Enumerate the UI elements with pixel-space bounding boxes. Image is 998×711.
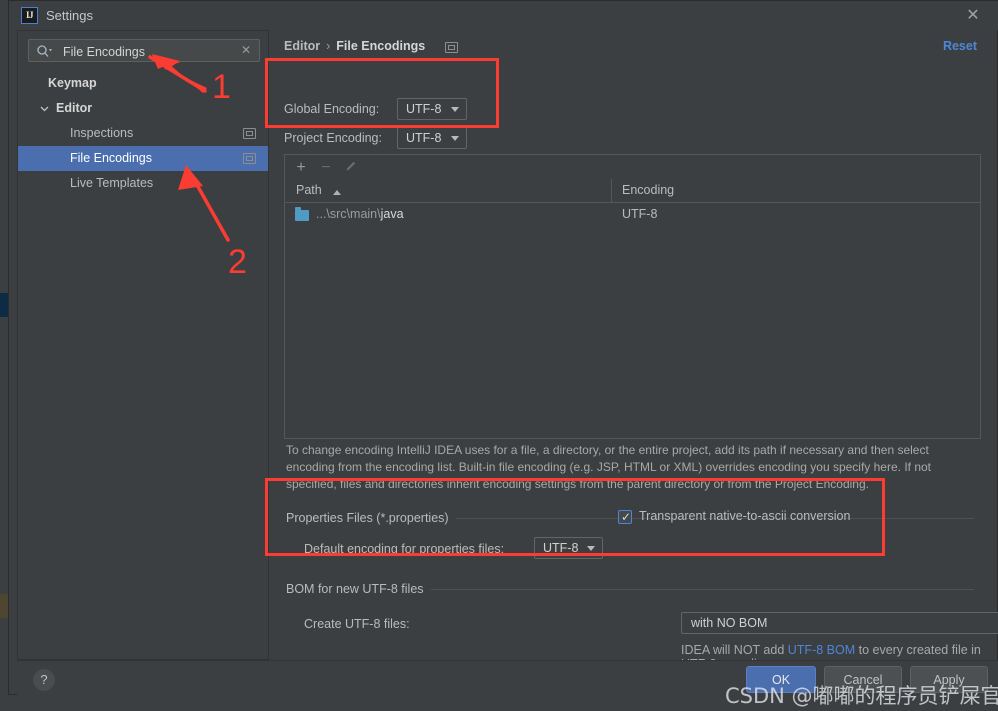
default-properties-encoding-label: Default encoding for properties files: xyxy=(304,542,505,556)
table-header: Path Encoding xyxy=(284,179,981,203)
close-icon[interactable]: ✕ xyxy=(963,6,983,26)
bom-note-prefix: IDEA will NOT add xyxy=(681,643,788,657)
transparent-native-to-ascii-label[interactable]: Transparent native-to-ascii conversion xyxy=(639,509,850,523)
breadcrumb-separator: › xyxy=(326,39,331,53)
clear-search-icon[interactable]: ✕ xyxy=(239,43,253,57)
path-highlight: java xyxy=(380,207,404,221)
table-cell-path: ...\src\main\java xyxy=(316,207,404,221)
properties-group-title: Properties Files (*.properties) xyxy=(286,511,456,525)
chevron-down-icon xyxy=(451,136,459,141)
breadcrumb: Editor › File Encodings xyxy=(284,39,425,53)
dialog-footer: ? OK Cancel Apply xyxy=(17,660,998,695)
breadcrumb-current: File Encodings xyxy=(336,39,426,53)
chevron-down-icon xyxy=(587,546,595,551)
settings-badge-icon xyxy=(243,153,256,164)
transparent-native-to-ascii-checkbox[interactable]: ✓ xyxy=(618,510,632,524)
help-description-text: To change encoding IntelliJ IDEA uses fo… xyxy=(286,443,931,491)
settings-badge-icon xyxy=(445,42,458,53)
column-header-path[interactable]: Path xyxy=(296,183,322,197)
project-encoding-label: Project Encoding: xyxy=(284,131,382,145)
edge-marker-blue xyxy=(0,293,8,317)
sidebar-item-label: Inspections xyxy=(70,126,134,140)
global-encoding-label: Global Encoding: xyxy=(284,102,380,116)
settings-badge-icon xyxy=(243,128,256,139)
table-toolbar: + − xyxy=(284,154,981,179)
global-encoding-value: UTF-8 xyxy=(406,102,442,116)
properties-encoding-value: UTF-8 xyxy=(543,541,579,555)
sort-ascending-icon xyxy=(333,190,341,195)
search-box[interactable]: ✕ xyxy=(28,39,260,62)
bom-group-title: BOM for new UTF-8 files xyxy=(286,582,431,596)
settings-main-panel: Editor › File Encodings Reset Global Encod… xyxy=(269,30,998,671)
chevron-down-icon xyxy=(451,107,459,112)
sidebar-item-label: Live Templates xyxy=(70,176,154,190)
sidebar-item-inspections[interactable]: Inspections xyxy=(18,121,268,146)
global-encoding-combo[interactable]: UTF-8 xyxy=(397,98,467,120)
create-utf8-files-value: with NO BOM xyxy=(691,616,768,630)
project-encoding-value: UTF-8 xyxy=(406,131,442,145)
sidebar-item-editor[interactable]: Editor xyxy=(18,96,268,121)
sidebar-item-label: Keymap xyxy=(48,76,97,90)
chevron-down-icon[interactable] xyxy=(40,96,52,123)
breadcrumb-parent[interactable]: Editor xyxy=(284,39,320,53)
edit-pencil-icon xyxy=(342,159,360,176)
search-input[interactable] xyxy=(61,42,235,62)
sidebar-item-label: Editor xyxy=(56,101,93,115)
bom-note-link: UTF-8 BOM xyxy=(787,643,856,657)
checkmark-icon: ✓ xyxy=(621,510,632,524)
path-prefix: ...\src\main\ xyxy=(316,207,381,221)
cancel-button[interactable]: Cancel xyxy=(824,666,902,693)
edge-marker-brown xyxy=(0,594,8,618)
sidebar-item-keymap[interactable]: Keymap xyxy=(18,71,268,96)
settings-sidebar: ✕ Keymap Editor Inspections File Encodin… xyxy=(17,30,269,660)
table-body: ...\src\main\java UTF-8 xyxy=(284,203,981,439)
search-icon xyxy=(36,44,52,58)
folder-icon xyxy=(295,207,309,221)
create-utf8-files-label: Create UTF-8 files: xyxy=(304,617,410,631)
sidebar-item-live-templates[interactable]: Live Templates xyxy=(18,171,268,196)
help-icon[interactable]: ? xyxy=(33,669,55,691)
sidebar-item-label: File Encodings xyxy=(70,151,152,165)
group-divider-line xyxy=(429,589,974,590)
column-header-encoding[interactable]: Encoding xyxy=(622,183,674,197)
apply-button[interactable]: Apply xyxy=(910,666,988,693)
table-row[interactable]: ...\src\main\java UTF-8 xyxy=(285,205,980,227)
settings-dialog: IJ Settings ✕ ✕ Keymap xyxy=(8,0,998,695)
project-encoding-combo[interactable]: UTF-8 xyxy=(397,127,467,149)
create-utf8-files-combo[interactable]: with NO BOM xyxy=(681,612,998,634)
column-divider[interactable] xyxy=(611,179,612,203)
dialog-titlebar: IJ Settings ✕ xyxy=(9,1,998,30)
properties-encoding-combo[interactable]: UTF-8 xyxy=(534,537,603,559)
add-icon[interactable]: + xyxy=(292,159,310,176)
sidebar-item-file-encodings[interactable]: File Encodings xyxy=(18,146,268,171)
dialog-title: Settings xyxy=(46,8,93,23)
table-cell-encoding: UTF-8 xyxy=(622,207,658,221)
intellij-logo-icon: IJ xyxy=(21,7,38,24)
reset-link[interactable]: Reset xyxy=(943,39,977,53)
remove-icon: − xyxy=(321,159,331,176)
ok-button[interactable]: OK xyxy=(746,666,816,693)
